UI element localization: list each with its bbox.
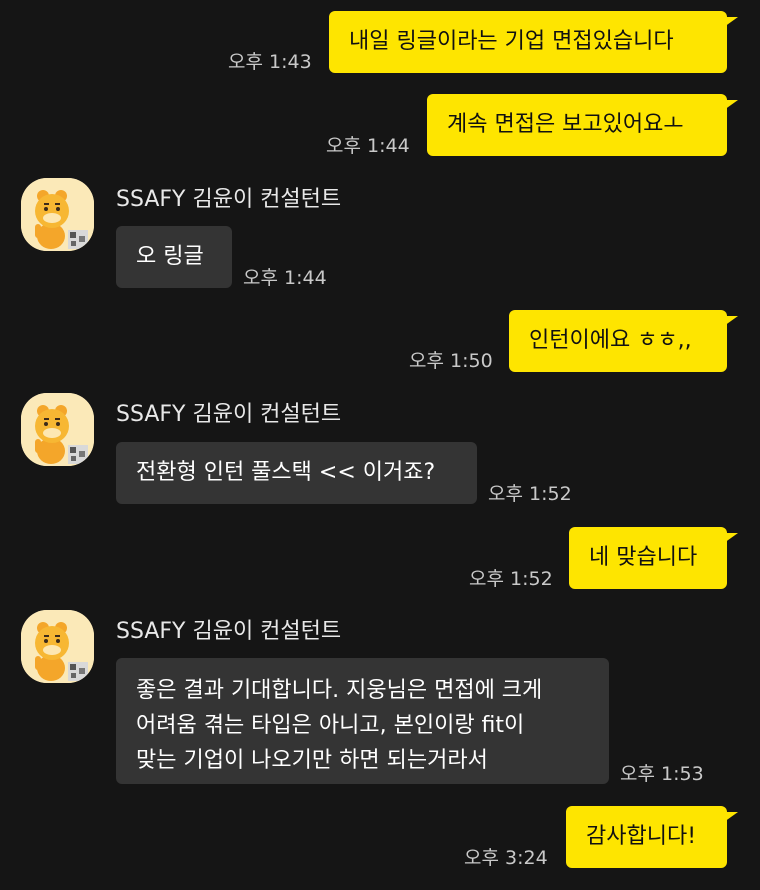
lion-character-icon (21, 393, 94, 466)
message-text: 네 맞습니다 (589, 545, 698, 570)
sender-name: SSAFY 김윤이 컨설턴트 (116, 619, 342, 644)
message-time: 오후 1:44 (326, 135, 410, 157)
message-text-line: 좋은 결과 기대합니다. 지웅님은 면접에 크게 (136, 678, 543, 703)
message-time: 오후 1:53 (620, 763, 704, 785)
message-text: 감사합니다! (586, 824, 697, 849)
lion-character-icon (21, 178, 94, 251)
sender-name: SSAFY 김윤이 컨설턴트 (116, 402, 342, 427)
my-message-bubble[interactable]: 네 맞습니다 (569, 527, 738, 589)
contact-avatar[interactable] (21, 610, 94, 683)
sender-name: SSAFY 김윤이 컨설턴트 (116, 187, 342, 212)
message-time: 오후 1:44 (243, 267, 327, 289)
message-text: 전환형 인턴 풀스택 << 이거죠? (136, 460, 436, 485)
their-message-bubble[interactable]: 좋은 결과 기대합니다. 지웅님은 면접에 크게 어려움 겪는 타입은 아니고,… (116, 658, 609, 784)
message-time: 오후 1:52 (469, 568, 553, 590)
contact-avatar[interactable] (21, 393, 94, 466)
message-text: 인턴이에요 ㅎㅎ,, (529, 328, 692, 353)
message-time: 오후 1:50 (409, 350, 493, 372)
message-text: 계속 면접은 보고있어요ㅗ (447, 112, 684, 137)
message-text-line: 맞는 기업이 나오기만 하면 되는거라서 (136, 748, 488, 773)
message-text-line: 어려움 겪는 타입은 아니고, 본인이랑 fit이 (136, 713, 525, 738)
my-message-bubble[interactable]: 내일 링글이라는 기업 면접있습니다 (329, 11, 738, 73)
message-time: 오후 1:43 (228, 51, 312, 73)
my-message-bubble[interactable]: 계속 면접은 보고있어요ㅗ (427, 94, 738, 156)
lion-character-icon (21, 610, 94, 683)
message-text: 내일 링글이라는 기업 면접있습니다 (349, 29, 674, 54)
message-time: 오후 1:52 (488, 483, 572, 505)
my-message-bubble[interactable]: 인턴이에요 ㅎㅎ,, (509, 310, 738, 372)
their-message-bubble[interactable]: 오 링글 (116, 226, 232, 288)
bubble-tail (724, 812, 738, 822)
their-message-bubble[interactable]: 전환형 인턴 풀스택 << 이거죠? (116, 442, 477, 504)
contact-avatar[interactable] (21, 178, 94, 251)
my-message-bubble[interactable]: 감사합니다! (566, 806, 738, 868)
message-time: 오후 3:24 (464, 847, 548, 869)
bubble-tail (724, 533, 738, 543)
bubble-tail (724, 100, 738, 110)
message-text: 오 링글 (136, 244, 204, 269)
bubble-tail (724, 316, 738, 326)
bubble-tail (724, 17, 738, 27)
